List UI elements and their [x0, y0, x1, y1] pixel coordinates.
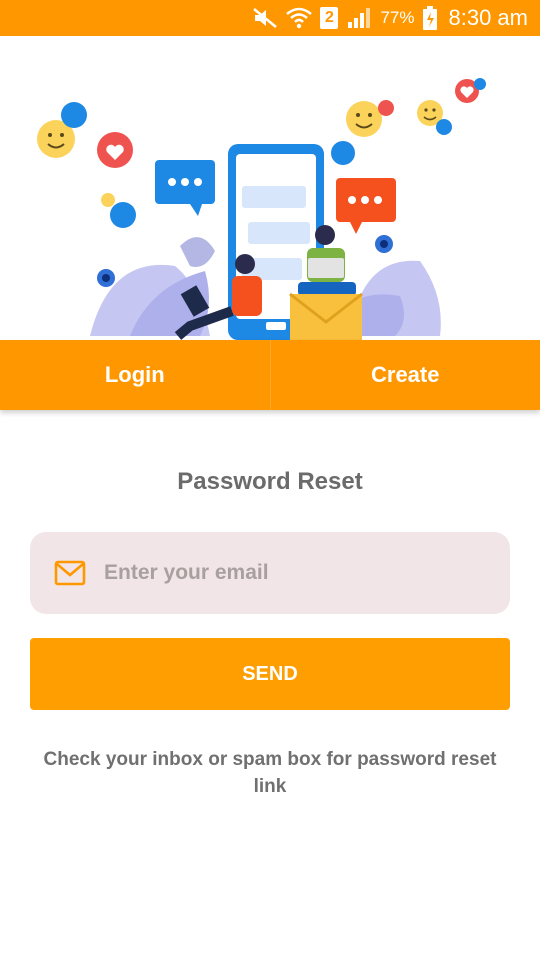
tab-create[interactable]: Create — [270, 340, 540, 410]
reset-help-text: Check your inbox or spam box for passwor… — [43, 749, 497, 797]
send-button[interactable]: SEND — [30, 638, 510, 710]
auth-tabs: Login Create — [0, 340, 540, 410]
hero-illustration — [0, 36, 540, 340]
battery-charging-icon — [422, 6, 437, 30]
mail-icon — [54, 560, 86, 586]
mute-icon — [252, 7, 278, 29]
email-field[interactable] — [30, 532, 510, 614]
clock: 8:30 am — [448, 5, 529, 30]
signal-icon — [346, 7, 372, 29]
status-bar: 2 77% 8:30 am — [0, 0, 540, 36]
battery-percent: 77% — [380, 8, 415, 27]
email-input[interactable] — [104, 561, 510, 585]
wifi-icon — [286, 7, 313, 29]
page-title: Password Reset — [177, 468, 363, 495]
sim-slot-badge: 2 — [320, 7, 339, 29]
tab-login[interactable]: Login — [0, 340, 271, 410]
